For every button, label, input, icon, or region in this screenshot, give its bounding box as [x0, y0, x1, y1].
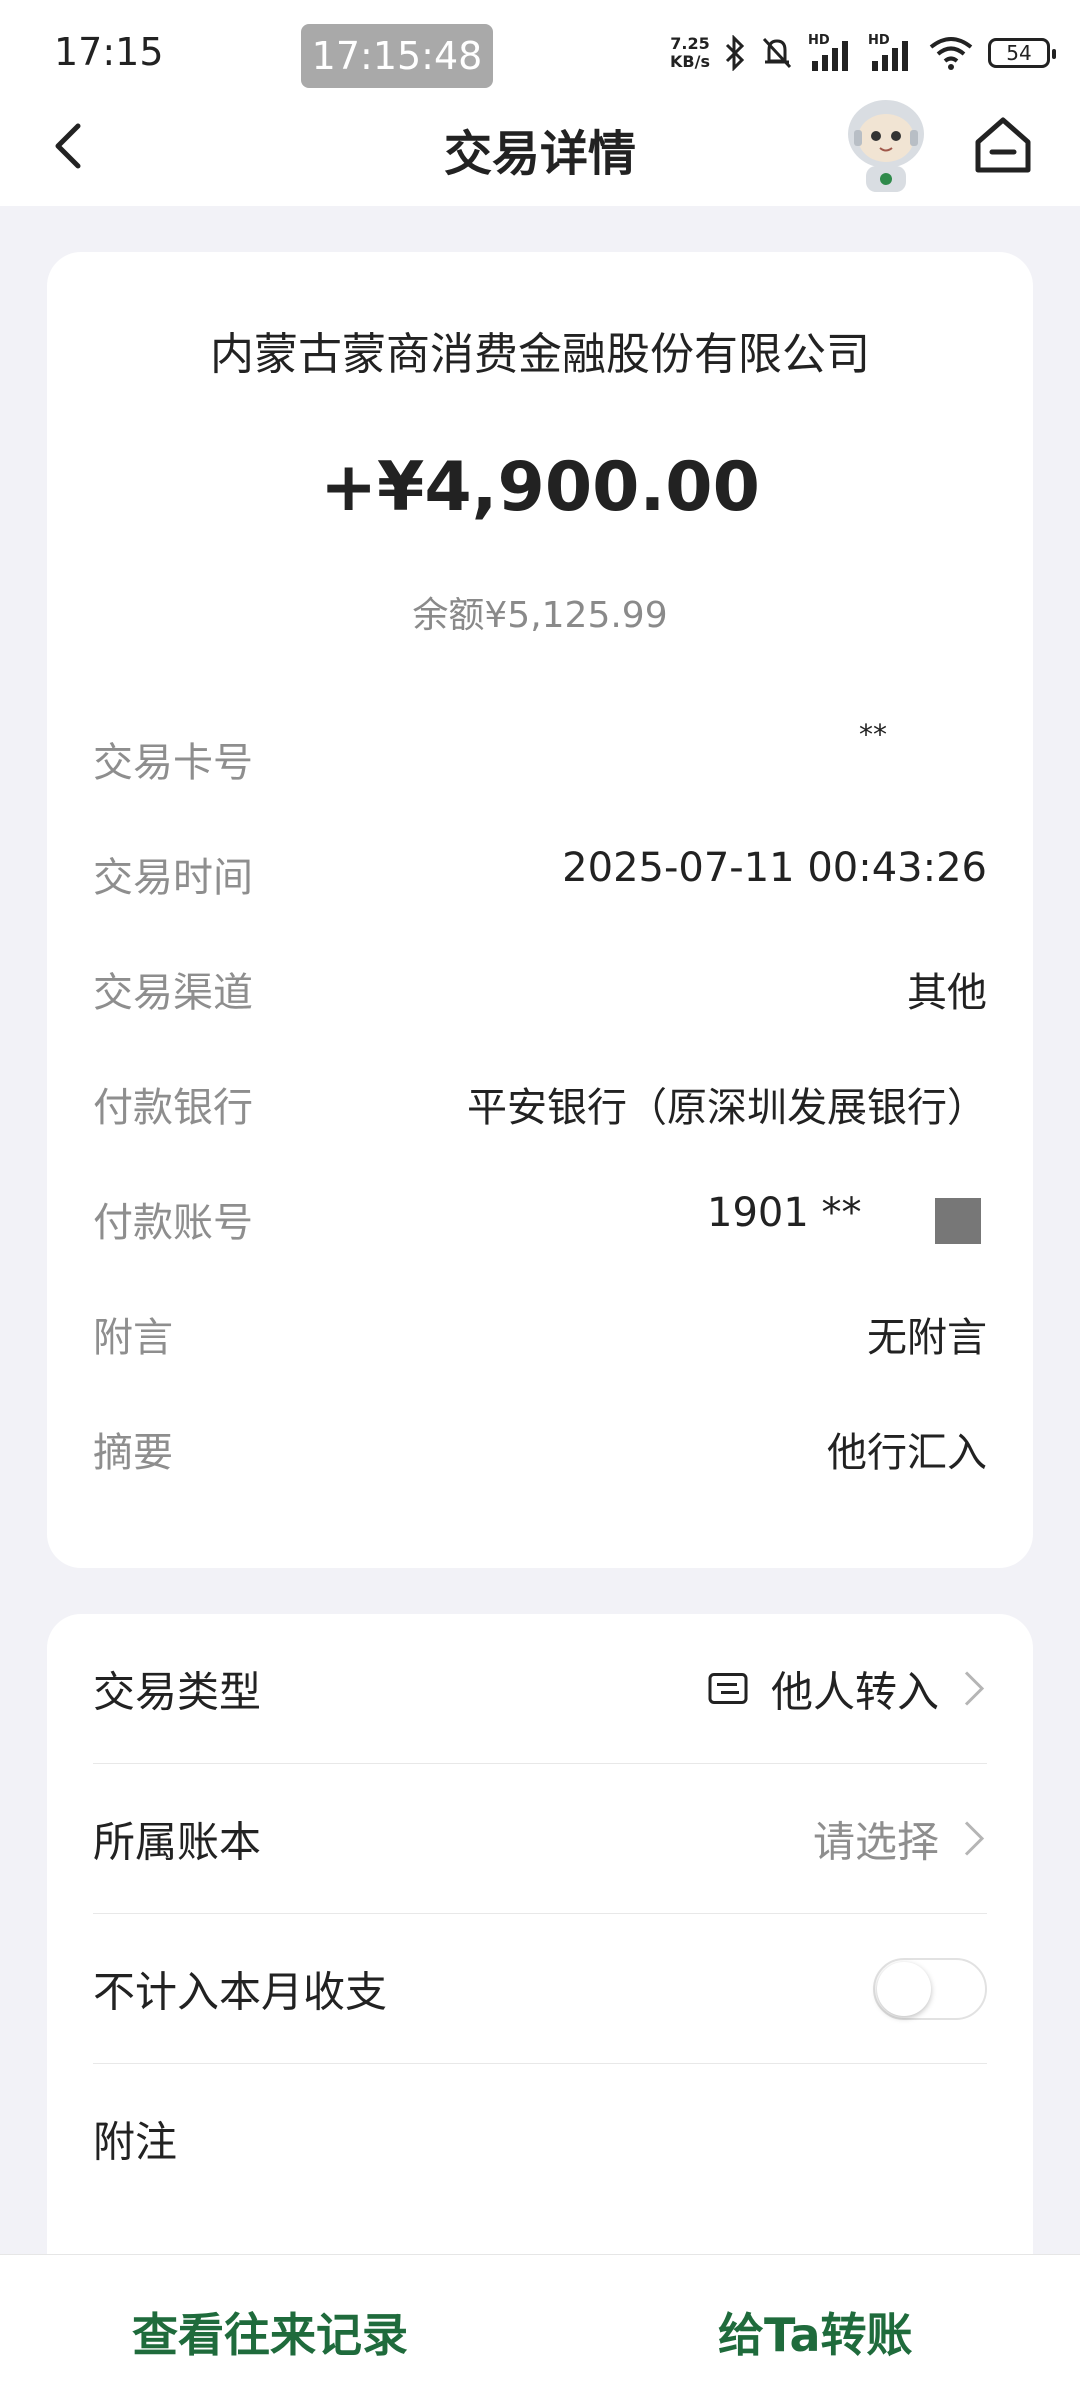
ledger-selector[interactable]: 请选择: [813, 1808, 987, 1869]
home-icon[interactable]: [970, 112, 1036, 178]
exclude-monthly-label: 不计入本月收支: [93, 1967, 388, 2016]
message-label: 附言: [93, 1315, 173, 1361]
signal-bars-icon: [812, 41, 848, 71]
redaction-block: [935, 1198, 981, 1244]
message-value: 无附言: [867, 1315, 987, 1361]
detail-row-payer-account: 付款账号 1901 **: [93, 1190, 987, 1250]
payer-account-label: 付款账号: [93, 1200, 253, 1246]
detail-row-message: 附言 无附言: [93, 1305, 987, 1365]
network-speed-value: 7.25: [670, 34, 710, 53]
time-value: 2025-07-11 00:43:26: [562, 845, 987, 891]
toggle-knob: [877, 1961, 931, 2016]
exclude-monthly-row: 不计入本月收支: [93, 1914, 987, 2064]
cell-signal-2: HD: [868, 33, 914, 73]
detail-row-channel: 交易渠道 其他: [93, 960, 987, 1020]
summary-value: 他行汇入: [827, 1430, 987, 1476]
screen-recording-timer: 17:15:48: [301, 24, 493, 88]
balance-after: 余额¥5,125.99: [412, 595, 668, 636]
network-speed: 7.25 KB/s: [670, 35, 710, 71]
ledger-placeholder: 请选择: [812, 1817, 939, 1866]
exclude-monthly-toggle[interactable]: [873, 1957, 987, 2020]
note-label: 附注: [93, 2117, 178, 2167]
view-history-button[interactable]: 查看往来记录: [132, 2299, 408, 2365]
note-row[interactable]: 附注: [93, 2064, 987, 2214]
cell-signal-1: HD: [808, 33, 854, 73]
time-label: 交易时间: [93, 855, 253, 901]
detail-row-summary: 摘要 他行汇入: [93, 1420, 987, 1480]
transaction-type-label: 交易类型: [93, 1667, 262, 1716]
transfer-to-them-button[interactable]: 给Ta转账: [718, 2299, 913, 2365]
transaction-type-value: 他人转入: [770, 1667, 939, 1716]
payer-account-value: 1901 **: [707, 1190, 862, 1236]
transaction-type-selector[interactable]: 他人转入: [707, 1658, 987, 1719]
counterparty-name: 内蒙古蒙商消费金融股份有限公司: [210, 329, 870, 380]
status-icons: 7.25 KB/s HD HD 54: [670, 28, 1056, 78]
assistant-robot-icon[interactable]: [836, 90, 936, 196]
ledger-label: 所属账本: [93, 1817, 262, 1866]
signal-bars-icon-2: [872, 41, 908, 71]
detail-row-time: 交易时间 2025-07-11 00:43:26: [93, 845, 987, 905]
transaction-settings-card: 交易类型 他人转入 所属账本 请选择 不计入本月收支 附注: [47, 1614, 1033, 2294]
payer-bank-label: 付款银行: [93, 1085, 253, 1131]
detail-row-payer-bank: 付款银行 平安银行（原深圳发展银行）: [93, 1075, 987, 1135]
detail-row-card-number: 交易卡号 **: [93, 718, 987, 790]
ledger-row[interactable]: 所属账本 请选择: [93, 1764, 987, 1914]
payer-bank-value: 平安银行（原深圳发展银行）: [467, 1085, 987, 1131]
wifi-icon: [929, 37, 973, 70]
status-bar: 17:15 17:15:48 7.25 KB/s HD HD 54: [0, 0, 1080, 100]
channel-label: 交易渠道: [93, 970, 253, 1016]
chevron-right-icon: [964, 1671, 985, 1706]
battery-icon: 54: [988, 38, 1056, 68]
card-number-value: **: [859, 718, 887, 751]
status-time: 17:15: [54, 30, 164, 74]
transaction-detail-card: 内蒙古蒙商消费金融股份有限公司 +¥4,900.00 余额¥5,125.99 交…: [47, 252, 1033, 1568]
transfer-type-icon: [708, 1673, 748, 1704]
channel-value: 其他: [907, 970, 987, 1016]
mute-bell-icon: [762, 37, 792, 69]
transaction-type-row[interactable]: 交易类型 他人转入: [93, 1614, 987, 1764]
card-number-label: 交易卡号: [93, 740, 253, 786]
summary-label: 摘要: [93, 1430, 173, 1476]
exclude-monthly-toggle-wrap: [873, 1957, 987, 2020]
bottom-action-bar: 查看往来记录 给Ta转账: [0, 2254, 1080, 2400]
chevron-right-icon: [964, 1821, 985, 1856]
transaction-amount: +¥4,900.00: [320, 448, 760, 527]
network-speed-unit: KB/s: [670, 52, 710, 71]
bluetooth-icon: [725, 35, 745, 71]
nav-bar: 交易详情: [0, 100, 1080, 206]
